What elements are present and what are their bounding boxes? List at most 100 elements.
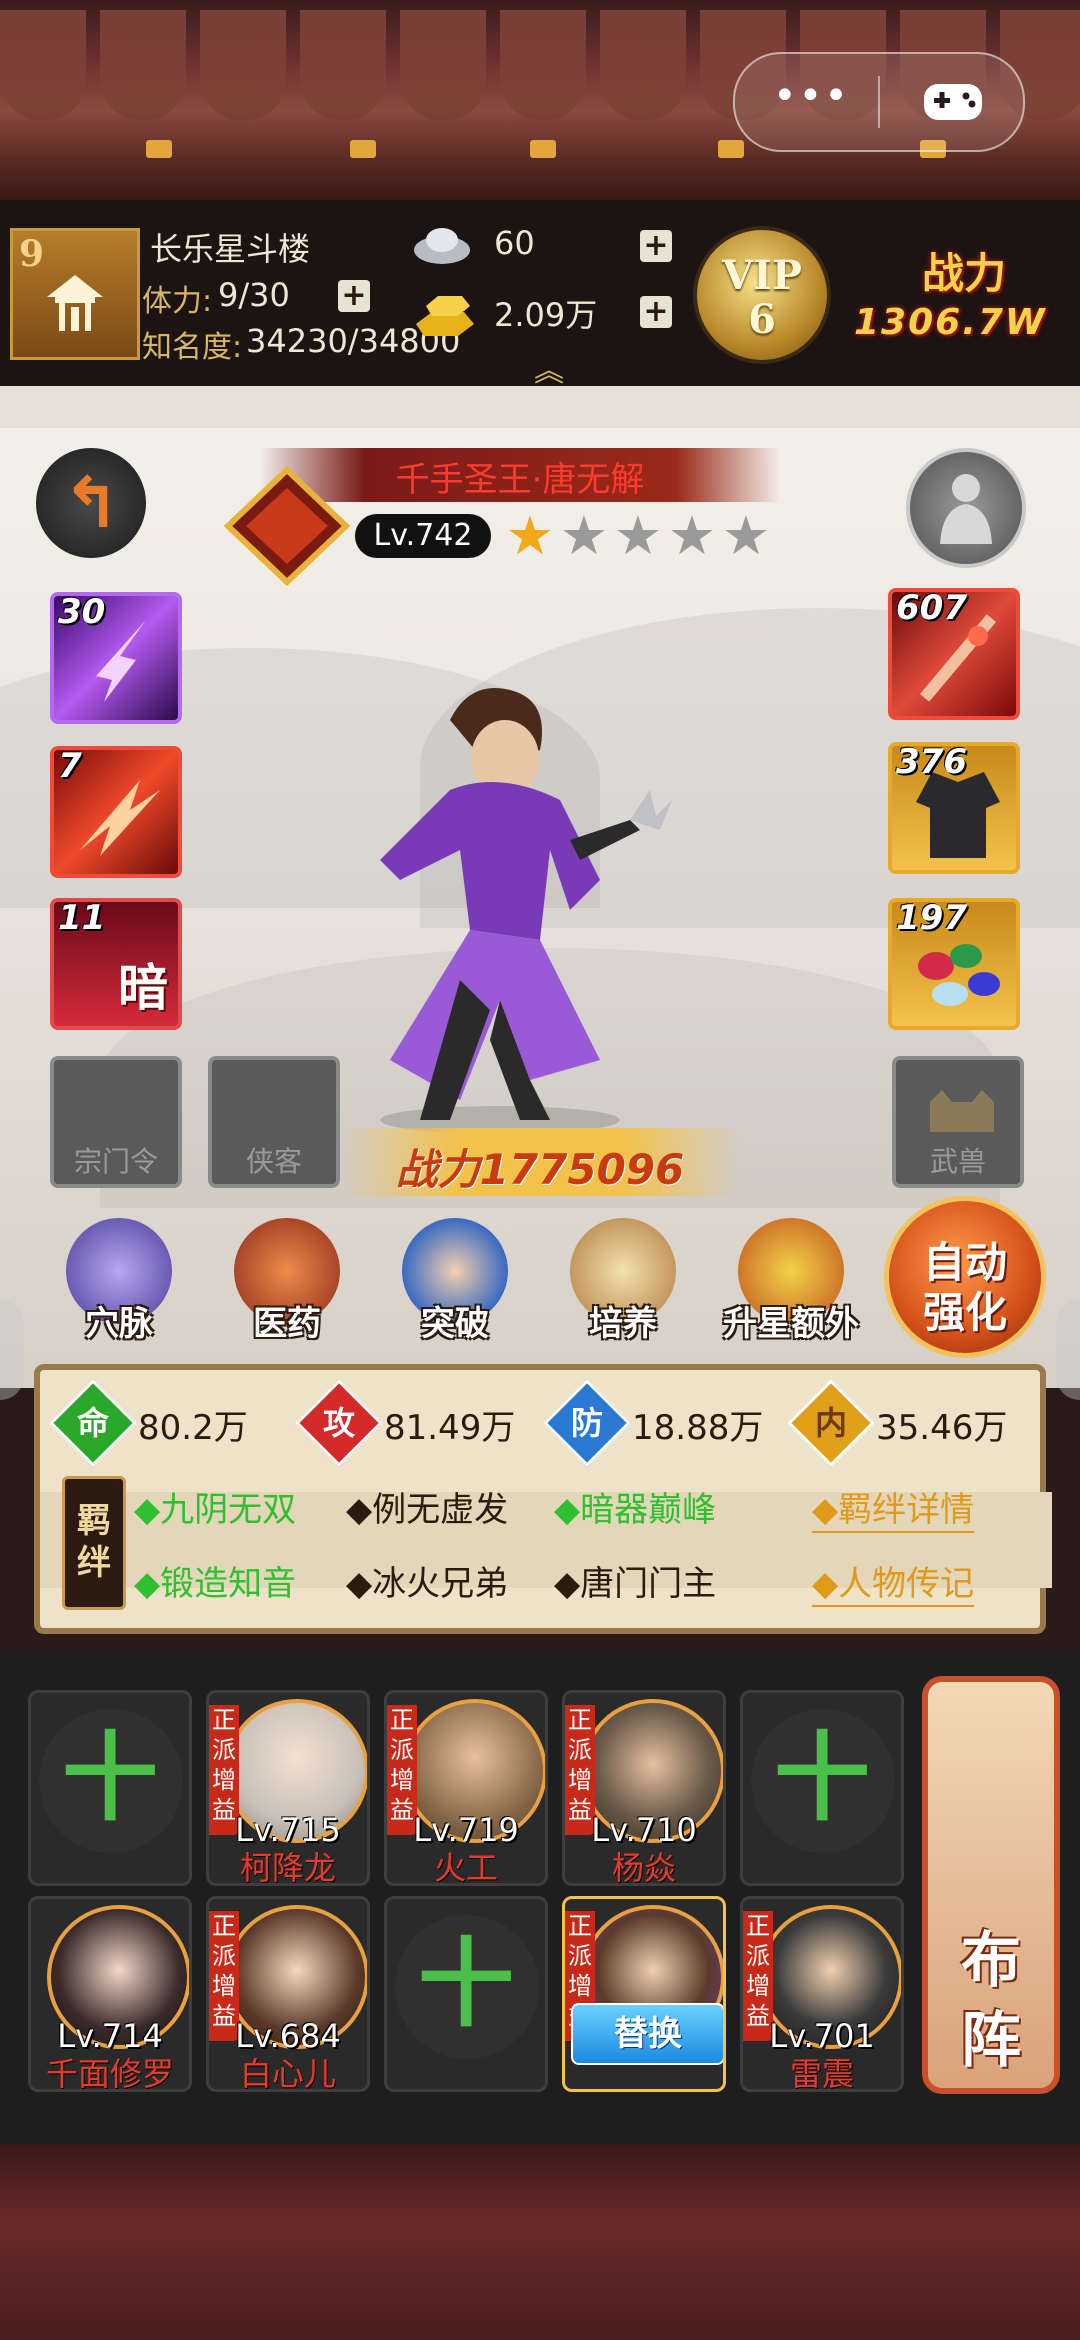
equip-slot-gems[interactable]: 197 [888, 898, 1020, 1030]
lineup-card[interactable]: 正派增益 Lv.710 杨焱 [562, 1690, 726, 1886]
skill-slot-2[interactable]: 7 [50, 746, 182, 878]
lineup-card[interactable]: 正派增益 Lv.719 火工 [384, 1690, 548, 1886]
slot-label: 侠客 [245, 1145, 302, 1178]
func-label: 突破 [421, 1304, 489, 1344]
silver-value: 60 [494, 224, 535, 262]
bond-detail-link[interactable]: ◆羁绊详情 [812, 1482, 975, 1533]
attack-value: 81.49万 [384, 1408, 516, 1448]
add-hero-icon: 十 [418, 1928, 514, 2040]
player-name: 长乐星斗楼 [150, 230, 311, 268]
vip-level: 6 [748, 296, 776, 343]
lineup-card[interactable]: 正派增益 Lv.684 白心儿 [206, 1896, 370, 2092]
formation-label-1: 布 [961, 1926, 1021, 1996]
bond-item: ◆冰火兄弟 [346, 1564, 509, 1604]
hero-power-value: 战力1775096 [395, 1145, 685, 1194]
statue-icon [940, 474, 992, 544]
auto-enhance-button[interactable]: 自动 强化 [884, 1196, 1046, 1358]
equip-slot-armor[interactable]: 376 [888, 742, 1020, 874]
prev-hero-arrow[interactable] [0, 1300, 24, 1400]
lineup-empty-slot[interactable]: 十 [384, 1896, 548, 2092]
medicine-button[interactable]: 医药 [222, 1218, 352, 1348]
skill-slot-3[interactable]: 暗 11 [50, 898, 182, 1030]
back-button[interactable]: ↰ [36, 448, 146, 558]
player-avatar[interactable]: 9 [10, 228, 140, 360]
hero-power-bar: 战力1775096 [340, 1128, 740, 1196]
cultivate-button[interactable]: 培养 [558, 1218, 688, 1348]
star-up-button[interactable]: 升星额外 [723, 1218, 859, 1348]
equip-level: 607 [896, 588, 967, 628]
sect-token-slot[interactable]: 宗门令 [50, 1056, 182, 1188]
more-icon[interactable]: ••• [773, 76, 848, 116]
bottom-decoration [0, 2144, 1080, 2340]
skill-level: 11 [58, 898, 106, 938]
lineup-empty-slot[interactable]: 十 [28, 1690, 192, 1886]
add-silver-button[interactable]: + [640, 230, 672, 262]
sect-emblem-icon [223, 466, 351, 586]
bond-item: ◆例无虚发 [346, 1490, 509, 1530]
hero-level: Lv.742 [355, 514, 491, 558]
flame-slash-skill-icon [80, 780, 160, 856]
gold-bars-icon [416, 296, 474, 336]
lineup-empty-slot[interactable]: 十 [740, 1690, 904, 1886]
func-label: 培养 [589, 1304, 657, 1344]
formation-label-2: 阵 [961, 2006, 1021, 2076]
player-level: 9 [19, 233, 45, 275]
expand-chevron-icon[interactable]: ︽ [524, 346, 574, 389]
silver-ingot-icon [414, 228, 470, 264]
gold-value: 2.09万 [494, 296, 598, 334]
star-icon-empty: ★ [559, 504, 609, 567]
gems-icon [918, 944, 1000, 1006]
inner-power-value: 35.46万 [876, 1408, 1008, 1448]
hp-icon-char: 命 [76, 1404, 109, 1442]
equip-level: 197 [896, 898, 967, 938]
add-gold-button[interactable]: + [640, 296, 672, 328]
vip-badge[interactable]: VIP 6 [693, 226, 831, 364]
hp-value: 80.2万 [138, 1408, 248, 1448]
auto-enhance-line2: 强化 [922, 1288, 1007, 1337]
func-label: 穴脉 [85, 1304, 153, 1344]
replace-button[interactable]: 替换 [571, 2003, 723, 2065]
slot-label: 武兽 [929, 1145, 986, 1178]
attack-icon-char: 攻 [322, 1404, 355, 1442]
stamina-value: 9/30 [218, 276, 290, 314]
equip-level: 376 [896, 742, 967, 782]
card-name: 千面修罗 [45, 2055, 174, 2092]
lineup-card[interactable]: 正派增益 Lv.701 雷震 [740, 1896, 904, 2092]
bond-item: ◆九阴无双 [134, 1490, 297, 1530]
next-hero-arrow[interactable] [1056, 1300, 1080, 1400]
lineup-card[interactable]: 正派增益 Lv.715 柯降龙 [206, 1690, 370, 1886]
skill-badge: 暗 [118, 959, 168, 1017]
bonds-label-2: 绊 [77, 1543, 111, 1583]
card-name: 白心儿 [239, 2055, 336, 2092]
biography-link[interactable]: ◆人物传记 [812, 1556, 975, 1607]
divider-strip [0, 386, 1080, 428]
gamepad-icon[interactable] [920, 78, 986, 126]
star-icon-empty: ★ [667, 504, 717, 567]
bond-item: ◆唐门门主 [554, 1564, 717, 1604]
star-icon-empty: ★ [613, 504, 663, 567]
equip-slot-weapon[interactable]: 607 [888, 588, 1020, 720]
defense-icon-char: 防 [570, 1404, 603, 1442]
slot-label: 宗门令 [73, 1145, 158, 1178]
lineup-card[interactable]: Lv.714 千面修罗 [28, 1896, 192, 2092]
beast-icon [930, 1090, 994, 1132]
skill-slot-1[interactable]: 30 [50, 592, 182, 724]
add-stamina-button[interactable]: + [338, 280, 370, 312]
lineup-card-current[interactable]: 正派增益 替换 [562, 1896, 726, 2092]
formation-button[interactable]: 布 阵 [922, 1676, 1060, 2094]
meridian-button[interactable]: 穴脉 [54, 1218, 184, 1348]
breakthrough-button[interactable]: 突破 [390, 1218, 520, 1348]
add-hero-icon: 十 [62, 1722, 158, 1834]
star-icon-filled: ★ [505, 504, 555, 567]
stats-panel: 命 80.2万 攻 81.49万 防 18.88万 内 35.46万 ◆九阴无双… [34, 1364, 1052, 1634]
fame-label: 知名度: [142, 330, 243, 365]
bonds-label-tag: 羁 绊 [62, 1476, 126, 1610]
skill-level: 7 [58, 746, 82, 786]
inner-power-icon-char: 内 [814, 1404, 847, 1442]
bond-item: ◆暗器巅峰 [554, 1490, 717, 1530]
beast-slot[interactable]: 武兽 [892, 1056, 1024, 1188]
card-name: 雷震 [789, 2055, 854, 2092]
statue-button[interactable] [906, 448, 1026, 568]
mini-program-capsule: ••• [733, 52, 1025, 152]
star-icon-empty: ★ [721, 504, 771, 567]
